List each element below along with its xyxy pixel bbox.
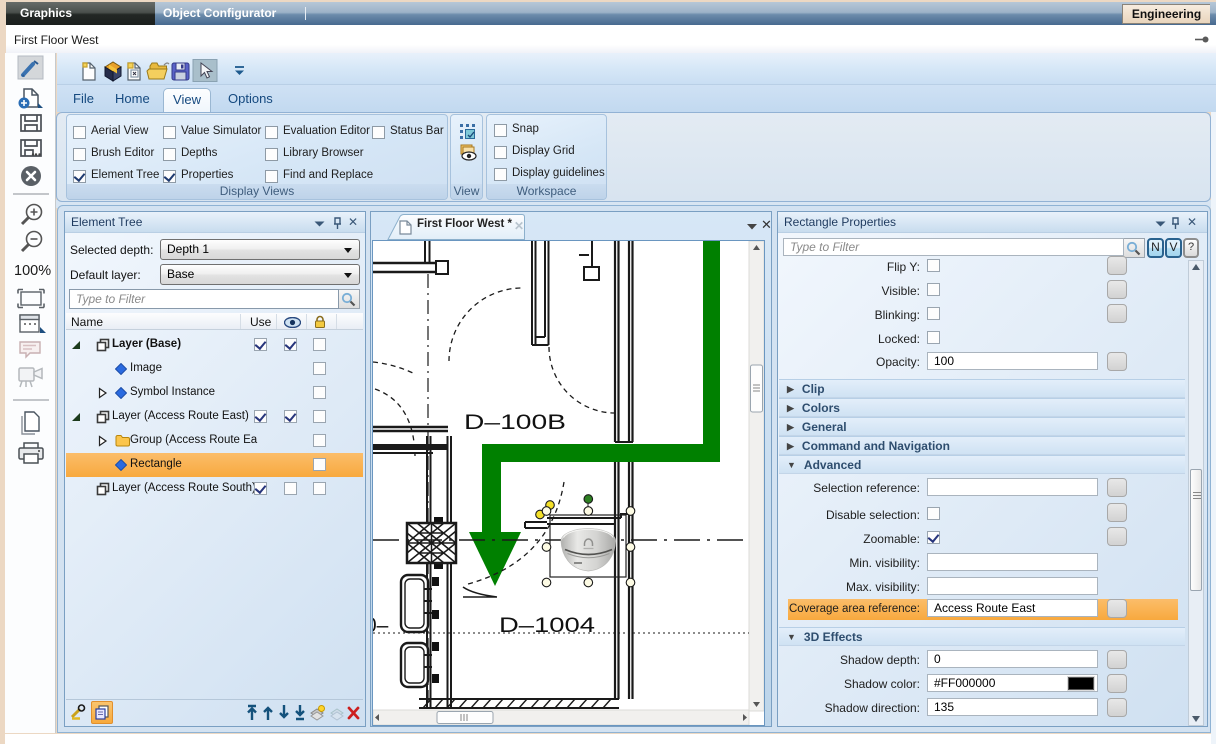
svg-text:0–: 0–: [373, 614, 389, 637]
svg-text:100%: 100%: [14, 263, 51, 279]
svg-text:D–100B: D–100B: [464, 411, 566, 434]
svg-text:D–1004: D–1004: [499, 614, 595, 637]
